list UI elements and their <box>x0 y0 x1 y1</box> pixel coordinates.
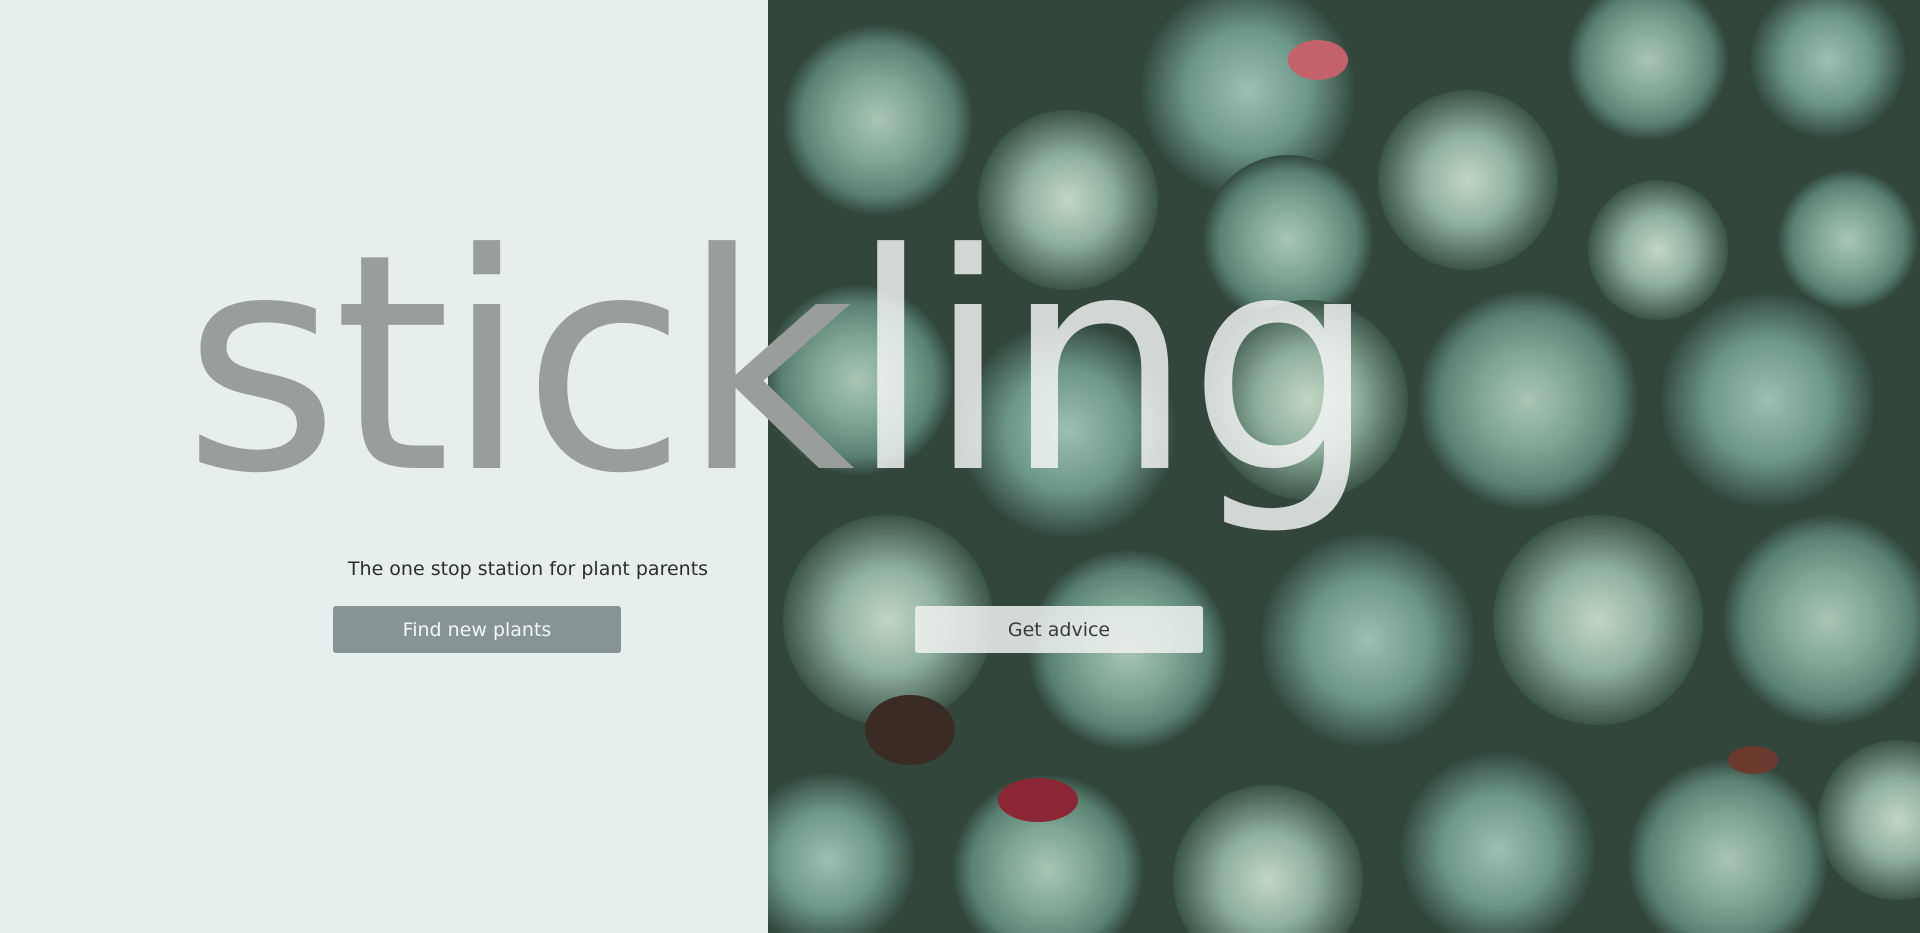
wordmark-dark-part: stick <box>183 190 855 539</box>
wordmark-light-part: ling <box>848 190 1378 539</box>
brand-wordmark: stickling <box>183 205 1378 525</box>
tagline: The one stop station for plant parents <box>347 558 709 580</box>
landing-page: stickling The one stop station for plant… <box>0 0 1920 933</box>
find-new-plants-button[interactable]: Find new plants <box>333 606 621 653</box>
get-advice-button[interactable]: Get advice <box>915 606 1203 653</box>
